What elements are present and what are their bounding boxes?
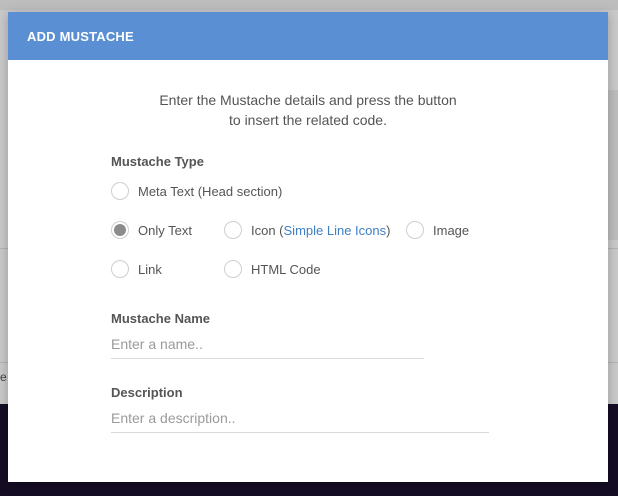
dialog-header: ADD MUSTACHE: [8, 12, 608, 60]
description-input[interactable]: [111, 410, 489, 433]
radio-circle[interactable]: [224, 260, 242, 278]
radio-label-html-code: HTML Code: [251, 261, 321, 277]
radio-label-link: Link: [138, 261, 162, 277]
mustache-name-input[interactable]: [111, 336, 424, 359]
add-mustache-dialog: ADD MUSTACHE Enter the Mustache details …: [8, 12, 608, 482]
radio-label-meta-text: Meta Text (Head section): [138, 183, 283, 199]
background-panel: [608, 90, 618, 240]
radio-circle[interactable]: [111, 182, 129, 200]
radio-circle[interactable]: [111, 260, 129, 278]
background-band: [0, 0, 618, 10]
radio-label-icon: Icon (Simple Line Icons): [251, 223, 390, 238]
radio-label-image: Image: [433, 222, 470, 238]
radio-meta-text[interactable]: Meta Text (Head section): [111, 182, 282, 200]
radio-only-text[interactable]: Only Text: [111, 221, 192, 239]
icon-label-suffix: ): [386, 222, 391, 238]
description-label: Description: [111, 385, 183, 400]
radio-circle[interactable]: [406, 221, 424, 239]
dialog-intro: Enter the Mustache details and press the…: [8, 90, 608, 130]
background-edge-text: e: [0, 370, 7, 384]
simple-line-icons-link[interactable]: Simple Line Icons: [284, 223, 387, 238]
radio-icon[interactable]: Icon (Simple Line Icons): [224, 221, 390, 239]
radio-circle-selected[interactable]: [111, 221, 129, 239]
radio-circle[interactable]: [224, 221, 242, 239]
intro-line-2: to insert the related code.: [229, 112, 387, 128]
mustache-type-label: Mustache Type: [111, 154, 204, 169]
radio-link[interactable]: Link: [111, 260, 162, 278]
dialog-title: ADD MUSTACHE: [27, 28, 134, 44]
radio-image[interactable]: Image: [406, 221, 469, 239]
radio-label-only-text: Only Text: [138, 222, 192, 238]
icon-label-prefix: Icon (: [251, 222, 284, 238]
radio-html-code[interactable]: HTML Code: [224, 260, 321, 278]
intro-line-1: Enter the Mustache details and press the…: [159, 92, 457, 108]
mustache-name-label: Mustache Name: [111, 311, 210, 326]
